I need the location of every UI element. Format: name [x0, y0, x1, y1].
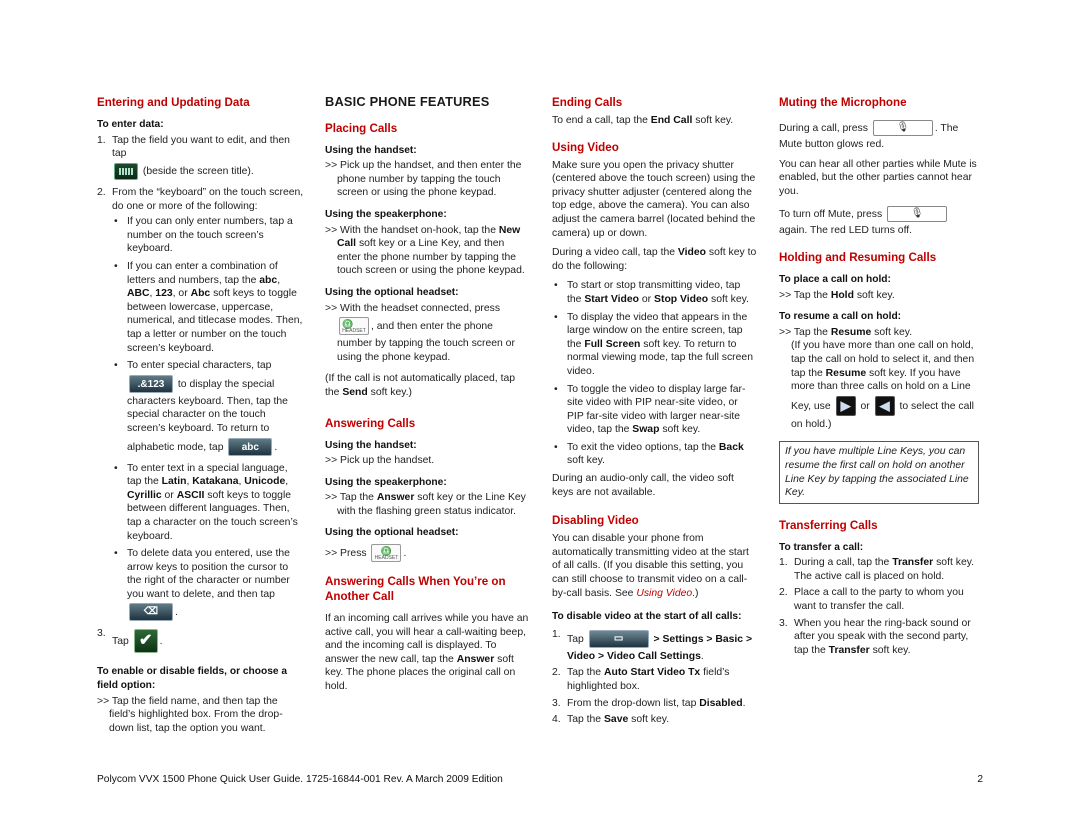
footer-text: Polycom VVX 1500 Phone Quick User Guide.…: [97, 774, 503, 785]
audio-only-note: During an audio-only call, the video sof…: [552, 473, 734, 498]
subheading-to-enter-data: To enter data:: [97, 119, 164, 130]
menu-key-icon: ▭: [588, 629, 649, 648]
subheading-handset: Using the handset:: [325, 144, 417, 156]
column-calls-video: Ending Calls To end a call, tap the End …: [552, 92, 757, 737]
video-softkey-text: During a video call, tap the Video soft …: [552, 247, 757, 272]
previous-arrow-icon: ◀: [874, 395, 895, 416]
step-2: 2. From the “keyboard” on the touch scree…: [97, 186, 304, 623]
keyboard-options-list: If you can only enter numbers, tap a num…: [112, 215, 304, 623]
checkmark-key-icon: ✔: [133, 629, 158, 654]
step-1: 1. Tap the field you want to edit, and th…: [97, 134, 304, 183]
section-another-call: Answering Calls When You’re on Another C…: [325, 574, 530, 694]
section-using-video: Using Video Make sure you open the priva…: [552, 140, 757, 500]
section-holding: Holding and Resuming Calls To place a ca…: [779, 250, 979, 504]
column-mute-hold-transfer: Muting the Microphone During a call, pre…: [779, 92, 979, 667]
transfer-steps: 1. During a call, tap the Transfer soft k…: [779, 556, 979, 657]
heading-entering-updating-data: Entering and Updating Data: [97, 96, 250, 109]
abc-key-icon: abc: [228, 437, 273, 456]
bullet-full-screen: To display the video that appears in the…: [552, 311, 757, 379]
subheading-transfer: To transfer a call:: [779, 541, 864, 553]
section-transferring: Transferring Calls To transfer a call: 1…: [779, 518, 979, 658]
subheading-resume-hold: To resume a call on hold:: [779, 311, 902, 323]
disabling-video-text: You can disable your phone from automati…: [552, 533, 749, 599]
heading-answering-calls: Answering Calls: [325, 416, 416, 430]
step-3: 3. From the drop-down list, tap Disabled.: [552, 697, 746, 709]
resume-text: >> Tap the Resume soft key. (If you have…: [779, 326, 979, 432]
mute-key-icon: 🎙: [887, 206, 948, 223]
subheading-answer-speakerphone: Using the speakerphone:: [325, 476, 447, 488]
bullet-back: To exit the video options, tap the Back …: [552, 441, 757, 468]
placing-handset-text: >> Pick up the handset, and then enter t…: [325, 160, 522, 199]
special-characters-key-icon: .&123: [129, 374, 173, 393]
step-3: 3. Tap ✔.: [97, 627, 304, 655]
step-4: 4. Tap the Save soft key.: [552, 714, 670, 726]
using-video-link[interactable]: Using Video: [636, 588, 692, 599]
heading-placing-calls: Placing Calls: [325, 121, 398, 135]
another-call-text: If an incoming call arrives while you ha…: [325, 613, 529, 693]
page-number: 2: [977, 774, 983, 785]
video-intro: Make sure you open the privacy shutter (…: [552, 159, 756, 239]
headset-key-icon: ♎ HEADSET: [339, 317, 369, 336]
subheading-enable-disable-fields: To enable or disable fields, or choose a…: [97, 666, 288, 692]
placing-headset-text: >> With the headset connected, press ♎ HEA…: [325, 302, 515, 363]
heading-muting-microphone: Muting the Microphone: [779, 96, 907, 109]
placing-speaker-text: >> With the handset on-hook, tap the New…: [325, 224, 525, 277]
section-ending-calls: Ending Calls To end a call, tap the End …: [552, 95, 757, 128]
disable-video-steps: 1. Tap ▭ > Settings > Basic > Video > Vid…: [552, 628, 757, 727]
subheading-headset: Using the optional headset:: [325, 286, 459, 298]
multiple-line-keys-note: If you have multiple Line Keys, you can …: [779, 441, 979, 504]
section-disabling-video: Disabling Video You can disable your pho…: [552, 513, 757, 727]
mute-key-icon: 🎙: [872, 120, 933, 136]
answer-headset-text: >> Press ♎ HEADSET.: [325, 544, 407, 563]
delete-key-icon: ⌫: [129, 603, 173, 622]
headset-key-icon: ♎ HEADSET: [371, 544, 402, 563]
subheading-place-hold: To place a call on hold:: [779, 273, 891, 285]
hold-text: >> Tap the Hold soft key.: [779, 289, 895, 301]
bullet-letters-numbers: If you can enter a combination of letter…: [112, 260, 304, 355]
step-2: 2. Place a call to the party to whom you …: [779, 587, 964, 613]
bullet-special-characters: To enter special characters, tap.&123 to…: [112, 359, 304, 457]
heading-disabling-video: Disabling Video: [552, 514, 639, 528]
field-option-instruction: >> Tap the field name, and then tap the …: [97, 695, 283, 734]
step-1: 1. Tap ▭ > Settings > Basic > Video > Vid…: [552, 628, 753, 662]
subheading-speakerphone: Using the speakerphone:: [325, 208, 447, 220]
answer-speaker-text: >> Tap the Answer soft key or the Line K…: [325, 492, 526, 517]
mute-explanation: You can hear all other parties while Mut…: [779, 158, 977, 197]
column-basic-features: BASIC PHONE FEATURES Placing Calls Using…: [325, 92, 530, 704]
bullet-swap: To toggle the video to display large far…: [552, 383, 757, 437]
section-answering-calls: Answering Calls Using the handset: >> Pi…: [325, 416, 530, 565]
column-entering-data: Entering and Updating Data To enter data…: [97, 92, 304, 743]
bullet-numbers: If you can only enter numbers, tap a num…: [112, 215, 304, 256]
heading-answering-another-call: Answering Calls When You’re on Another C…: [325, 575, 506, 604]
video-options-list: To start or stop transmitting video, tap…: [552, 279, 757, 468]
section-placing-calls: Placing Calls Using the handset: >> Pick…: [325, 121, 530, 400]
subheading-disable-video: To disable video at the start of all cal…: [552, 611, 742, 623]
heading-transferring-calls: Transferring Calls: [779, 518, 878, 532]
step-3: 3. When you hear the ring-back sound or a…: [779, 617, 971, 656]
send-softkey-note: (If the call is not automatically placed…: [325, 373, 516, 398]
page-footer: Polycom VVX 1500 Phone Quick User Guide.…: [97, 773, 983, 787]
page-title: BASIC PHONE FEATURES: [325, 94, 490, 109]
unmute-text: To turn off Mute, press 🎙 again. The red…: [779, 204, 979, 238]
answer-handset-text: >> Pick up the handset.: [325, 455, 435, 467]
enter-data-steps: 1. Tap the field you want to edit, and th…: [97, 134, 304, 656]
heading-ending-calls: Ending Calls: [552, 96, 623, 109]
next-arrow-icon: ▶: [835, 395, 856, 416]
ending-calls-text: To end a call, tap the End Call soft key…: [552, 115, 734, 126]
step-2: 2. Tap the Auto Start Video Tx field’s hi…: [552, 667, 730, 692]
section-muting: Muting the Microphone During a call, pre…: [779, 95, 979, 238]
step-1: 1. During a call, tap the Transfer soft k…: [779, 557, 975, 582]
resume-details: (If you have more than one call on hold,…: [791, 340, 975, 430]
bullet-delete: To delete data you entered, use the arro…: [112, 547, 304, 623]
mute-text: During a call, press 🎙. The Mute button …: [779, 120, 959, 150]
heading-using-video: Using Video: [552, 140, 619, 154]
subheading-answer-headset: Using the optional headset:: [325, 527, 459, 539]
bullet-special-language: To enter text in a special language, tap…: [112, 462, 304, 544]
heading-holding-resuming: Holding and Resuming Calls: [779, 250, 937, 264]
keyboard-icon: [114, 162, 138, 180]
subheading-answer-handset: Using the handset:: [325, 439, 417, 451]
bullet-start-stop-video: To start or stop transmitting video, tap…: [552, 279, 757, 306]
